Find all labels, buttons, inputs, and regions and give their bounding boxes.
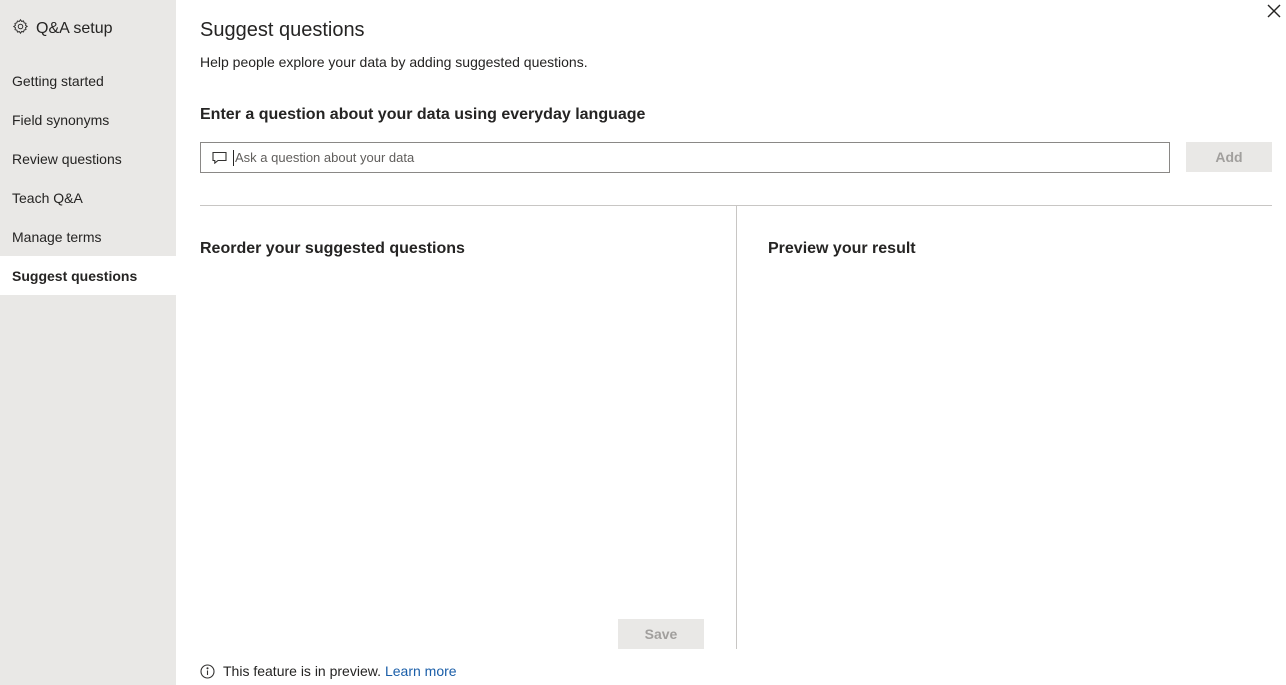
sidebar-item-teach-qa[interactable]: Teach Q&A	[0, 178, 176, 217]
close-icon	[1267, 4, 1281, 23]
gear-icon	[12, 18, 29, 40]
chat-bubble-icon	[212, 150, 228, 166]
question-section-label: Enter a question about your data using e…	[200, 106, 646, 123]
question-field[interactable]	[200, 142, 1170, 173]
learn-more-link[interactable]: Learn more	[385, 663, 457, 679]
preview-notice: This feature is in preview. Learn more	[200, 662, 457, 680]
close-button[interactable]	[1263, 2, 1285, 24]
question-input[interactable]	[233, 149, 1169, 166]
sidebar-header: Q&A setup	[12, 18, 113, 40]
reorder-panel-title: Reorder your suggested questions	[200, 240, 465, 257]
add-button[interactable]: Add	[1186, 142, 1272, 172]
sidebar-item-getting-started[interactable]: Getting started	[0, 61, 176, 100]
page-title: Suggest questions	[200, 19, 365, 41]
preview-notice-text: This feature is in preview.	[223, 663, 381, 679]
preview-panel-title: Preview your result	[768, 240, 916, 257]
sidebar-item-suggest-questions[interactable]: Suggest questions	[0, 256, 176, 295]
vertical-divider	[736, 206, 737, 649]
sidebar-item-field-synonyms[interactable]: Field synonyms	[0, 100, 176, 139]
sidebar-title: Q&A setup	[36, 20, 113, 37]
page-subtitle: Help people explore your data by adding …	[200, 54, 588, 70]
sidebar-item-manage-terms[interactable]: Manage terms	[0, 217, 176, 256]
info-icon	[200, 663, 215, 679]
save-button[interactable]: Save	[618, 619, 704, 649]
sidebar-item-review-questions[interactable]: Review questions	[0, 139, 176, 178]
sidebar: Q&A setup Getting started Field synonyms…	[0, 0, 176, 685]
